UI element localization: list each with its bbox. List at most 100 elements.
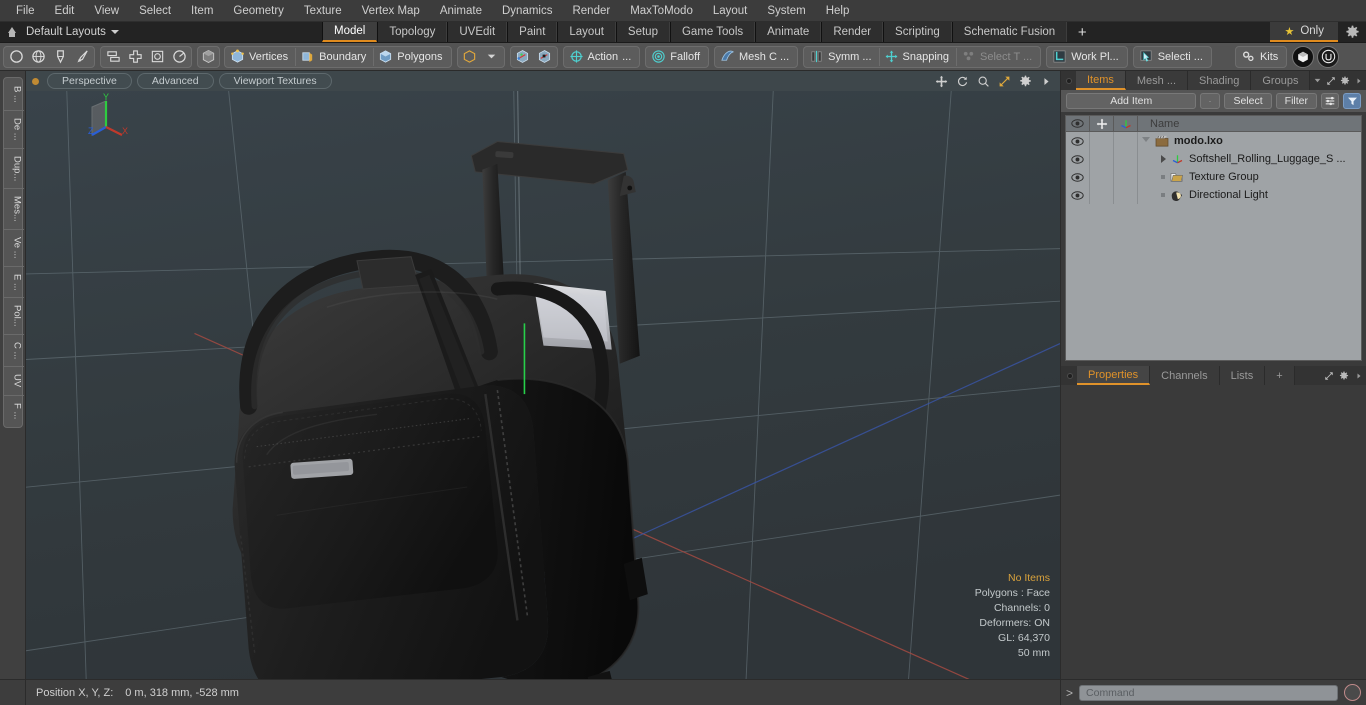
- selection-set-button[interactable]: Selecti ...: [1135, 47, 1210, 67]
- viewport-3d[interactable]: Y Z X No Items Polygons : Face Channels:…: [26, 91, 1060, 679]
- polygons-button[interactable]: Polygons: [374, 47, 449, 67]
- menu-item-view[interactable]: View: [84, 2, 129, 20]
- item-row-directional-light[interactable]: Directional Light: [1138, 189, 1361, 201]
- layout-tab-model[interactable]: Model: [322, 22, 378, 42]
- gear-icon[interactable]: [1338, 22, 1366, 42]
- layout-tab-paint[interactable]: Paint: [507, 22, 558, 42]
- layout-tab-topology[interactable]: Topology: [377, 22, 448, 42]
- menu-item-file[interactable]: File: [6, 2, 45, 20]
- left-tab-basic[interactable]: B ...: [3, 79, 24, 111]
- maximize-icon[interactable]: [1324, 71, 1338, 90]
- tab-items[interactable]: Items: [1075, 71, 1126, 90]
- mesh-constraint-button[interactable]: Mesh C ...: [716, 47, 796, 67]
- row-transform-cell[interactable]: [1090, 150, 1114, 168]
- viewport-textures-button[interactable]: Viewport Textures: [218, 73, 332, 89]
- left-tab-vertex[interactable]: Ve ...: [3, 230, 24, 267]
- circle-tool-icon[interactable]: [5, 47, 27, 67]
- items-list-body[interactable]: modo.lxo Softshell_Rolling_Luggage_S ...: [1066, 132, 1361, 360]
- kits-button[interactable]: Kits: [1237, 47, 1285, 67]
- layout-tab-schematic-fusion[interactable]: Schematic Fusion: [951, 22, 1068, 42]
- menu-item-edit[interactable]: Edit: [45, 2, 85, 20]
- menu-item-dynamics[interactable]: Dynamics: [492, 2, 562, 20]
- add-layout-tab-button[interactable]: +: [1067, 22, 1098, 42]
- sphere-tool-icon[interactable]: [27, 47, 49, 67]
- chevron-down-icon[interactable]: [481, 47, 503, 67]
- add-item-dropdown[interactable]: [1200, 93, 1221, 109]
- funnel-icon[interactable]: [1343, 93, 1361, 109]
- left-tab-uv[interactable]: UV: [3, 367, 24, 396]
- brush-tool-icon[interactable]: [71, 47, 93, 67]
- menu-item-layout[interactable]: Layout: [703, 2, 758, 20]
- item-row-luggage[interactable]: Softshell_Rolling_Luggage_S ...: [1138, 153, 1361, 165]
- row-visibility-toggle[interactable]: [1066, 150, 1090, 168]
- action-center-button[interactable]: Action ...: [565, 47, 639, 67]
- symmetry-button[interactable]: Symm ...: [805, 47, 878, 67]
- view-b-icon[interactable]: [534, 47, 556, 67]
- table-row[interactable]: Texture Group: [1066, 168, 1361, 186]
- menu-item-vertex-map[interactable]: Vertex Map: [352, 2, 430, 20]
- row-transform-cell[interactable]: [1090, 132, 1114, 150]
- row-visibility-toggle[interactable]: [1066, 186, 1090, 204]
- frame-tool-icon[interactable]: [146, 47, 168, 67]
- panel-menu-dot[interactable]: [1063, 71, 1076, 90]
- home-icon[interactable]: [4, 24, 20, 40]
- item-row-scene[interactable]: modo.lxo: [1138, 135, 1361, 147]
- layout-tab-render[interactable]: Render: [821, 22, 884, 42]
- layout-tab-game-tools[interactable]: Game Tools: [669, 22, 756, 42]
- only-toggle-button[interactable]: ★ Only: [1270, 22, 1338, 42]
- tab-groups[interactable]: Groups: [1251, 71, 1311, 90]
- row-visibility-toggle[interactable]: [1066, 168, 1090, 186]
- table-row[interactable]: Softshell_Rolling_Luggage_S ...: [1066, 150, 1361, 168]
- table-row[interactable]: modo.lxo: [1066, 132, 1361, 150]
- align-tool-icon[interactable]: [102, 47, 124, 67]
- layout-tab-animate[interactable]: Animate: [755, 22, 822, 42]
- maximize-icon[interactable]: [996, 73, 1012, 89]
- pen-tool-icon[interactable]: [49, 47, 71, 67]
- table-row[interactable]: Directional Light: [1066, 186, 1361, 204]
- filter-button[interactable]: Filter: [1275, 93, 1317, 109]
- panel-menu-dot[interactable]: [1063, 366, 1077, 385]
- chevron-down-icon[interactable]: [1142, 136, 1150, 146]
- layout-tab-layout[interactable]: Layout: [557, 22, 616, 42]
- layout-tab-scripting[interactable]: Scripting: [883, 22, 952, 42]
- chevron-right-icon[interactable]: [1038, 73, 1054, 89]
- modo-logo-icon[interactable]: [1292, 45, 1315, 68]
- viewport-shading-button[interactable]: Advanced: [136, 73, 214, 89]
- pan-icon[interactable]: [933, 73, 949, 89]
- chevron-right-icon[interactable]: [1352, 71, 1366, 90]
- layout-preset-selector[interactable]: Default Layouts: [26, 26, 119, 38]
- menu-item-maxtomodo[interactable]: MaxToModo: [620, 2, 703, 20]
- zoom-icon[interactable]: [975, 73, 991, 89]
- layout-tab-setup[interactable]: Setup: [615, 22, 670, 42]
- falloff-button[interactable]: Falloff: [647, 47, 707, 67]
- chevron-right-icon[interactable]: [1161, 155, 1166, 163]
- menu-item-animate[interactable]: Animate: [430, 2, 492, 20]
- command-input[interactable]: [1079, 684, 1338, 701]
- viewport-perspective-button[interactable]: Perspective: [47, 73, 132, 89]
- menu-item-item[interactable]: Item: [181, 2, 223, 20]
- left-tab-mesh[interactable]: Mes...: [3, 189, 24, 230]
- row-transform-cell[interactable]: [1090, 186, 1114, 204]
- stop-icon[interactable]: [1344, 684, 1361, 701]
- left-tab-curve[interactable]: C ...: [3, 335, 24, 368]
- gear-icon[interactable]: [1338, 71, 1352, 90]
- chevron-down-icon[interactable]: [1310, 71, 1324, 90]
- view-a-icon[interactable]: [512, 47, 534, 67]
- item-mode-icon[interactable]: [459, 47, 481, 67]
- select-button[interactable]: Select: [1224, 93, 1272, 109]
- left-tab-polygon[interactable]: Pol...: [3, 298, 24, 336]
- row-axis-cell[interactable]: [1114, 168, 1138, 186]
- left-tab-duplicate[interactable]: Dup...: [3, 149, 24, 189]
- left-tab-edge[interactable]: E ...: [3, 267, 24, 299]
- row-axis-cell[interactable]: [1114, 132, 1138, 150]
- tab-mesh-ops[interactable]: Mesh ...: [1125, 71, 1188, 90]
- item-row-texture-group[interactable]: Texture Group: [1138, 171, 1361, 183]
- menu-item-geometry[interactable]: Geometry: [223, 2, 294, 20]
- gear-icon[interactable]: [1017, 73, 1033, 89]
- add-item-button[interactable]: Add Item: [1066, 93, 1197, 109]
- layout-tab-uvedit[interactable]: UVEdit: [447, 22, 508, 42]
- mesh-mode-icon[interactable]: [197, 45, 220, 68]
- row-axis-cell[interactable]: [1114, 186, 1138, 204]
- gear-icon[interactable]: [1336, 366, 1351, 385]
- row-axis-cell[interactable]: [1114, 150, 1138, 168]
